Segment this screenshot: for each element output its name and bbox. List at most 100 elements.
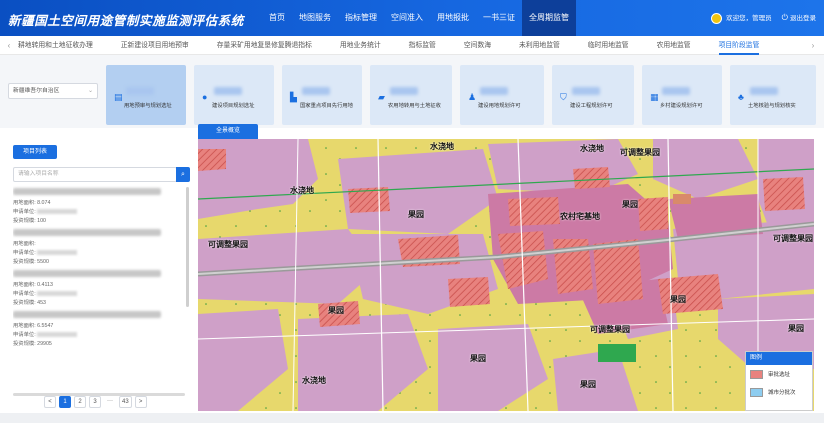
tab-indicator-supervision[interactable]: 指标监管 — [409, 36, 436, 55]
approved-parcel — [638, 197, 668, 231]
legend-item: 城市分批次 — [746, 383, 812, 401]
applicant-label: 申请单位: — [13, 332, 36, 338]
project-applicant: 申请单位: — [13, 290, 185, 299]
project-search-input[interactable]: 请输入项目名称 — [13, 167, 177, 182]
page-ellipsis[interactable]: ··· — [104, 396, 116, 408]
shield-icon: ⛉ — [560, 92, 567, 102]
applicant-label: 申请单位: — [13, 291, 36, 297]
nav-access[interactable]: 空间准入 — [384, 0, 430, 36]
tab-land-stats[interactable]: 用地业务统计 — [340, 36, 381, 55]
map-label: 果园 — [670, 294, 686, 304]
page-last-button[interactable]: 43 — [119, 396, 132, 408]
list-scrollbar[interactable] — [186, 187, 189, 307]
user-menu[interactable]: 欢迎您，管理员 — [711, 12, 772, 24]
search-button[interactable]: ⌕ — [176, 167, 190, 182]
list-item[interactable]: 用地面积: 6.5547 申请单位: 投资规模: 29905 — [13, 311, 185, 349]
tab-mining-reclaim[interactable]: 存量采矿用地复垦修复腾退指标 — [217, 36, 312, 55]
pagination: < 1 2 3 ··· 43 > — [44, 396, 147, 408]
nav-map-service[interactable]: 地图服务 — [292, 0, 338, 36]
walker-icon: ♟ — [468, 92, 477, 102]
category-engineering-permit[interactable]: ⛉ 建设工程规划许可 — [552, 65, 634, 125]
applicant-label: 申请单位: — [13, 250, 36, 256]
category-site-selection[interactable]: ● 建设项目规划选址 — [194, 65, 274, 125]
map-label: 可调整果园 — [208, 239, 248, 249]
user-area: 欢迎您，管理员 ⏻ 退出登录 — [711, 12, 816, 24]
nav-lifecycle[interactable]: 全周期监管 — [522, 0, 576, 36]
project-investment: 投资规模: 100 — [13, 218, 46, 224]
page-2-button[interactable]: 2 — [74, 396, 86, 408]
logout-button[interactable]: ⏻ 退出登录 — [782, 12, 816, 23]
tab-project-list[interactable]: 项目列表 — [13, 145, 57, 159]
list-item[interactable]: 用地面积: 申请单位: 投资规模: 5500 — [13, 229, 185, 267]
region-select[interactable]: 新疆维吾尔自治区 ⌄ — [8, 83, 98, 99]
legend-title: 图例 — [746, 352, 812, 365]
prev-page-button[interactable]: < — [44, 396, 56, 408]
category-label: 农用地转用与土地征收 — [388, 103, 441, 109]
map-label: 果园 — [470, 353, 486, 363]
category-count-blur — [126, 87, 154, 95]
category-key-project[interactable]: ▙ 国家重点项目先行用地 — [282, 65, 362, 125]
map-label: 可调整果园 — [773, 233, 813, 243]
logout-label: 退出登录 — [790, 15, 816, 23]
tab-agricultural-land[interactable]: 农用地监管 — [657, 36, 691, 55]
project-applicant: 申请单位: — [13, 331, 185, 340]
legend-swatch — [750, 387, 763, 397]
avatar — [711, 12, 723, 24]
map-label: 果园 — [580, 379, 596, 389]
nav-approval[interactable]: 用地报批 — [430, 0, 476, 36]
main-nav: 首页 地图服务 指标管理 空间准入 用地报批 一书三证 全周期监管 — [262, 0, 576, 36]
category-count-blur — [302, 87, 330, 95]
project-name-blurred — [13, 270, 161, 277]
category-label: 用地预审与规划选址 — [124, 103, 172, 109]
applicant-blurred — [37, 332, 78, 338]
map-label: 农村宅基地 — [560, 211, 600, 221]
tabs-right-arrow-icon[interactable]: › — [808, 39, 818, 52]
power-icon: ⏻ — [781, 13, 788, 23]
project-investment: 投资规模: 5500 — [13, 259, 49, 265]
map-label: 可调整果园 — [620, 147, 660, 157]
approved-parcel — [763, 177, 805, 211]
tab-project-stage[interactable]: 项目阶段监管 — [718, 36, 759, 55]
tab-temporary-land[interactable]: 临时用地监管 — [588, 36, 629, 55]
category-label: 建设工程规划许可 — [570, 103, 613, 109]
map-label: 果园 — [328, 305, 344, 315]
tab-overview[interactable]: 全景概览 — [198, 124, 258, 139]
tab-project-preaudit[interactable]: 正新建设项目用地预审 — [121, 36, 189, 55]
tab-unused-land[interactable]: 未利用地监管 — [519, 36, 560, 55]
project-area: 用地面积: 0.4113 — [13, 282, 53, 288]
top-header: 新疆国土空间用途管制实施监测评估系统 首页 地图服务 指标管理 空间准入 用地报… — [0, 0, 824, 36]
category-preaudit[interactable]: ▤ 用地预审与规划选址 — [106, 65, 186, 125]
category-land-conversion[interactable]: ▰ 农用地转用与土地征收 — [370, 65, 452, 125]
list-item[interactable]: 用地面积: 0.4113 申请单位: 投资规模: 453 — [13, 270, 185, 308]
next-page-button[interactable]: > — [134, 396, 147, 408]
approved-parcel — [573, 167, 610, 189]
page-1-button[interactable]: 1 — [59, 396, 71, 408]
project-applicant: 申请单位: — [13, 249, 185, 258]
sub-tabs: ‹ 耕地转用和土地征收办理 正新建设项目用地预审 存量采矿用地复垦修复腾退指标 … — [0, 36, 824, 55]
page-3-button[interactable]: 3 — [89, 396, 101, 408]
homestead-patch — [673, 194, 691, 204]
clipboard-icon: ▦ — [650, 92, 659, 102]
category-land-permit[interactable]: ♟ 建设用地规划许可 — [460, 65, 544, 125]
nav-license[interactable]: 一书三证 — [476, 0, 522, 36]
approved-parcel — [658, 274, 723, 314]
list-item[interactable]: 用地面积: 8.074 申请单位: 投资规模: 100 — [13, 188, 185, 226]
applicant-blurred — [37, 209, 78, 215]
map-canvas[interactable] — [198, 139, 814, 411]
tab-farmland-conversion[interactable]: 耕地转用和土地征收办理 — [18, 36, 93, 55]
approved-parcel — [508, 197, 560, 226]
nav-home[interactable]: 首页 — [262, 0, 292, 36]
category-land-verification[interactable]: ♣ 土地核验与规划核实 — [730, 65, 816, 125]
category-count-blur — [572, 87, 600, 95]
category-rural-permit[interactable]: ▦ 乡村建设规划许可 — [642, 65, 722, 125]
map-label: 水浇地 — [290, 185, 314, 195]
land-use-map[interactable]: 水浇地 水浇地 水浇地 可调整果园 果园 农村宅基地 果园 可调整果园 可调整果… — [198, 139, 814, 411]
tab-space-data[interactable]: 空间数海 — [464, 36, 491, 55]
map-label: 水浇地 — [430, 141, 454, 151]
tabs-left-arrow-icon[interactable]: ‹ — [4, 39, 14, 52]
nav-indicator[interactable]: 指标管理 — [338, 0, 384, 36]
category-label: 乡村建设规划许可 — [660, 103, 703, 109]
approved-parcel — [448, 277, 490, 307]
category-count-blur — [750, 87, 778, 95]
category-label: 建设项目规划选址 — [212, 103, 255, 109]
